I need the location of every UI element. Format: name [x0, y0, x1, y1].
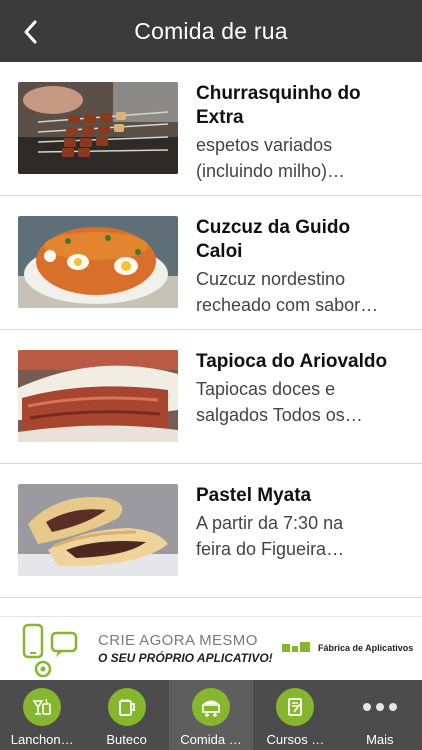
item-thumbnail [18, 82, 178, 174]
banner-headline: CRIE AGORA MESMO [98, 632, 258, 649]
tab-comida-de-rua[interactable]: Comida … [168, 680, 254, 750]
item-thumbnail [18, 350, 178, 442]
item-title: Pastel Myata [196, 485, 312, 506]
drinks-icon [23, 688, 62, 726]
beer-mug-icon [107, 688, 146, 726]
back-button[interactable] [14, 15, 48, 49]
brand-squares-icon [282, 642, 310, 652]
tab-buteco[interactable]: Buteco [84, 680, 168, 750]
tab-cursos[interactable]: Cursos … [253, 680, 337, 750]
chevron-left-icon [24, 20, 37, 44]
item-title: Cuzcuz da Guido Caloi [196, 217, 351, 262]
item-description: Cuzcuz nordestino recheado com sabor… [196, 269, 379, 315]
tab-mais[interactable]: Mais [338, 680, 422, 750]
ad-banner[interactable]: CRIE AGORA MESMO O SEU PRÓPRIO APLICATIV… [0, 616, 422, 680]
nav-bar: Comida de rua [0, 0, 422, 62]
list-item[interactable]: Cuzcuz da Guido Caloi Cuzcuz nordestino re… [0, 196, 422, 330]
list-item[interactable]: Churrasquinho do Extra espetos variados (i… [0, 62, 422, 196]
list-item[interactable]: Pastel Myata A partir da 7:30 na feira do… [0, 464, 422, 598]
item-title: Tapioca do Ariovaldo [196, 351, 388, 372]
more-dots-icon [362, 688, 397, 726]
page-title: Comida de rua [134, 17, 288, 44]
item-thumbnail [18, 484, 178, 576]
item-description: Tapiocas doces e salgados Todos os… [196, 379, 363, 425]
food-cart-icon [192, 688, 231, 726]
tab-bar: Lanchon… Buteco Comida … Cursos … Mais [0, 680, 422, 750]
app-icons-graphic [16, 619, 82, 679]
notebook-icon [276, 688, 315, 726]
item-description: A partir da 7:30 na feira do Figueira… [196, 513, 345, 559]
banner-subline: O SEU PRÓPRIO APLICATIVO! [98, 651, 273, 665]
list-item[interactable]: Tapioca do Ariovaldo Tapiocas doces e sal… [0, 330, 422, 464]
item-description: espetos variados (incluindo milho)… [196, 135, 346, 181]
food-list: Churrasquinho do Extra espetos variados (i… [0, 62, 422, 616]
brand-logo: Fábrica de Aplicativos [282, 642, 413, 654]
item-thumbnail [18, 216, 178, 308]
tab-lanchonetes[interactable]: Lanchon… [0, 680, 84, 750]
item-title: Churrasquinho do Extra [196, 83, 361, 128]
